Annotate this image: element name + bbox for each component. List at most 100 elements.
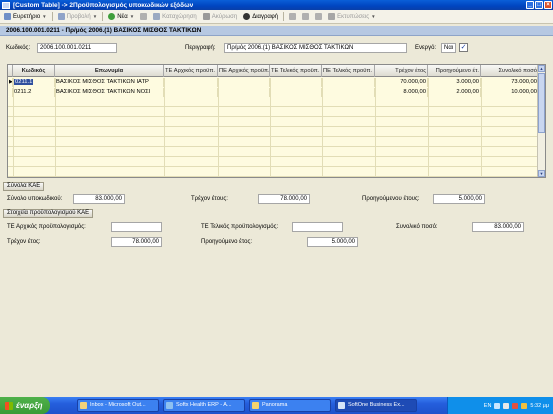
empty-row[interactable] (8, 138, 539, 147)
active-checkbox[interactable]: ✓ (459, 43, 468, 52)
current-year-budget-label: Τρέχον έτος: (7, 239, 41, 245)
empty-row[interactable] (8, 98, 539, 107)
empty-row[interactable] (8, 158, 539, 167)
language-indicator[interactable]: EN (484, 403, 492, 409)
volume-icon[interactable] (503, 402, 510, 409)
chevron-down-icon[interactable]: ▼ (42, 14, 46, 19)
current-year-budget-field[interactable]: 78.000,00 (111, 237, 162, 247)
code-label: Κωδικός: (6, 45, 31, 51)
row-te-initial-cell[interactable] (164, 88, 218, 97)
current-year-total-field[interactable]: 78.000,00 (258, 194, 310, 204)
subcode-total-field[interactable]: 83.000,00 (73, 194, 125, 204)
row-previous-year-cell[interactable]: 3.000,00 (428, 78, 481, 87)
taskbar-item-softx[interactable]: Softx Health ERP - A... (163, 399, 245, 412)
empty-row[interactable] (8, 148, 539, 157)
table-row[interactable]: 0211.2 ΒΑΣΙΚΟΣ ΜΙΣΘΟΣ ΤΑΚΤΙΚΩΝ ΝΟΣΙ 8.00… (8, 88, 539, 97)
empty-row[interactable] (8, 108, 539, 117)
chevron-down-icon[interactable]: ▼ (130, 14, 134, 19)
description-label: Περιγραφή: (185, 45, 216, 51)
security-icon[interactable] (521, 402, 528, 409)
grid-line (428, 78, 429, 177)
row-pe-final-cell[interactable] (322, 88, 375, 97)
taskbar-item-panorama[interactable]: Panorama (249, 399, 331, 412)
column-header-previous-year[interactable]: Προηγούμενο έτ. (428, 65, 481, 77)
toolbar-index-button[interactable]: Ευρετήριο ▼ (2, 11, 49, 22)
scroll-up-icon[interactable]: ▲ (538, 65, 545, 72)
start-button[interactable]: έναρξη (0, 397, 50, 414)
index-icon (4, 13, 11, 20)
row-code-value: 0211.1 (14, 79, 34, 85)
row-total-cell[interactable]: 10.000,00 (481, 88, 539, 97)
tab-budget-details[interactable]: Στοιχεία προϋπολογισμού ΚΑΕ (3, 209, 94, 218)
column-header-code[interactable]: Κωδικός (13, 65, 55, 77)
row-code-cell[interactable]: 0211.2 (13, 88, 55, 97)
column-header-current-year[interactable]: Τρέχον έτος (375, 65, 428, 77)
row-te-final-cell[interactable] (270, 78, 322, 87)
empty-row[interactable] (8, 128, 539, 137)
toolbar-view-button[interactable]: Προβολή ▼ (56, 11, 100, 22)
tab-totals[interactable]: Σύνολα ΚΑΕ (3, 182, 45, 191)
column-header-name[interactable]: Επωνυμία (55, 65, 164, 77)
empty-row[interactable] (8, 168, 539, 177)
toolbar-print-button[interactable]: Εκτυπώσεις ▼ (326, 11, 377, 22)
taskbar-item-label: SoftOne Business Ex... (348, 402, 405, 408)
toolbar-delete-button[interactable]: Διαγραφή (241, 11, 280, 22)
maximize-button[interactable]: □ (535, 1, 543, 9)
antivirus-icon[interactable] (512, 402, 519, 409)
row-name-cell[interactable]: ΒΑΣΙΚΟΣ ΜΙΣΘΟΣ ΤΑΚΤΙΚΩΝ ΙΑΤΡ (55, 78, 164, 87)
table-row[interactable]: ▶ 0211.1 ΒΑΣΙΚΟΣ ΜΙΣΘΟΣ ΤΑΚΤΙΚΩΝ ΙΑΤΡ 70… (8, 78, 539, 87)
row-current-year-cell[interactable]: 70.000,00 (375, 78, 428, 87)
toolbar-tool2-button[interactable] (300, 11, 311, 22)
save-icon (153, 13, 161, 20)
toolbar-tool-button[interactable] (287, 11, 298, 22)
chevron-down-icon[interactable]: ▼ (93, 14, 97, 19)
row-te-final-cell[interactable] (270, 88, 322, 97)
column-header-total[interactable]: Συνολικό ποσό (481, 65, 539, 77)
window-title-bar[interactable]: [Custom Table] -> 2Προϋπολογισμός υποκωδ… (0, 0, 553, 10)
taskbar-item-softone[interactable]: SoftOne Business Ex... (335, 399, 417, 412)
scrollbar-thumb[interactable] (538, 73, 545, 133)
te-final-budget-field[interactable] (292, 222, 343, 232)
toolbar-tool3-button[interactable] (313, 11, 324, 22)
grid-line (218, 78, 219, 177)
grid-vertical-scrollbar[interactable]: ▲ ▼ (537, 65, 545, 177)
grid-line (164, 78, 165, 177)
total-amount-field[interactable]: 83.000,00 (472, 222, 524, 232)
folder-icon (252, 402, 259, 409)
toolbar-view-label: Προβολή (66, 13, 91, 20)
window-title: [Custom Table] -> 2Προϋπολογισμός υποκωδ… (13, 1, 194, 9)
column-header-pe-initial[interactable]: ΠΕ Αρχικός προϋπ. (218, 65, 270, 77)
te-initial-budget-field[interactable] (111, 222, 162, 232)
column-header-pe-final[interactable]: ΠΕ Τελικός προϋπ. (322, 65, 375, 77)
row-current-year-cell[interactable]: 8.000,00 (375, 88, 428, 97)
previous-year-total-field[interactable]: 5.000,00 (433, 194, 485, 204)
close-button[interactable]: × (544, 1, 552, 9)
previous-year-budget-field[interactable]: 5.000,00 (307, 237, 358, 247)
toolbar-save-button[interactable]: Καταχώρηση (151, 11, 199, 22)
row-total-cell[interactable]: 73.000,00 (481, 78, 539, 87)
toolbar-print-label: Εκτυπώσεις (337, 13, 370, 20)
scroll-down-icon[interactable]: ▼ (538, 170, 545, 177)
empty-row[interactable] (8, 118, 539, 127)
row-pe-final-cell[interactable] (322, 78, 375, 87)
minimize-button[interactable]: _ (526, 1, 534, 9)
row-pe-initial-cell[interactable] (218, 88, 270, 97)
column-header-te-initial[interactable]: ΤΕ Αρχικός προϋπ. (164, 65, 218, 77)
row-previous-year-cell[interactable]: 2.000,00 (428, 88, 481, 97)
chevron-down-icon[interactable]: ▼ (371, 14, 375, 19)
column-header-te-final[interactable]: ΤΕ Τελικός προϋπ. (270, 65, 322, 77)
toolbar-cancel-button[interactable]: Ακύρωση (201, 11, 239, 22)
code-field[interactable]: 2006.100.001.0211 (37, 43, 117, 53)
row-pe-initial-cell[interactable] (218, 78, 270, 87)
delete-record-icon (243, 13, 251, 20)
row-code-cell[interactable]: 0211.1 (13, 78, 55, 87)
toolbar-new-button[interactable]: Νέα ▼ (106, 11, 136, 22)
description-field[interactable]: Πρ/μός 2006.(1) ΒΑΣΙΚΟΣ ΜΙΣΘΟΣ ΤΑΚΤΙΚΩΝ (224, 43, 407, 53)
active-field[interactable]: Ναι (441, 43, 456, 53)
taskbar-item-outlook[interactable]: Inbox - Microsoft Out... (77, 399, 159, 412)
row-te-initial-cell[interactable] (164, 78, 218, 87)
grid-line (481, 78, 482, 177)
row-name-cell[interactable]: ΒΑΣΙΚΟΣ ΜΙΣΘΟΣ ΤΑΚΤΙΚΩΝ ΝΟΣΙ (55, 88, 164, 97)
network-icon[interactable] (494, 402, 501, 409)
toolbar-delete-small-button[interactable] (138, 11, 149, 22)
